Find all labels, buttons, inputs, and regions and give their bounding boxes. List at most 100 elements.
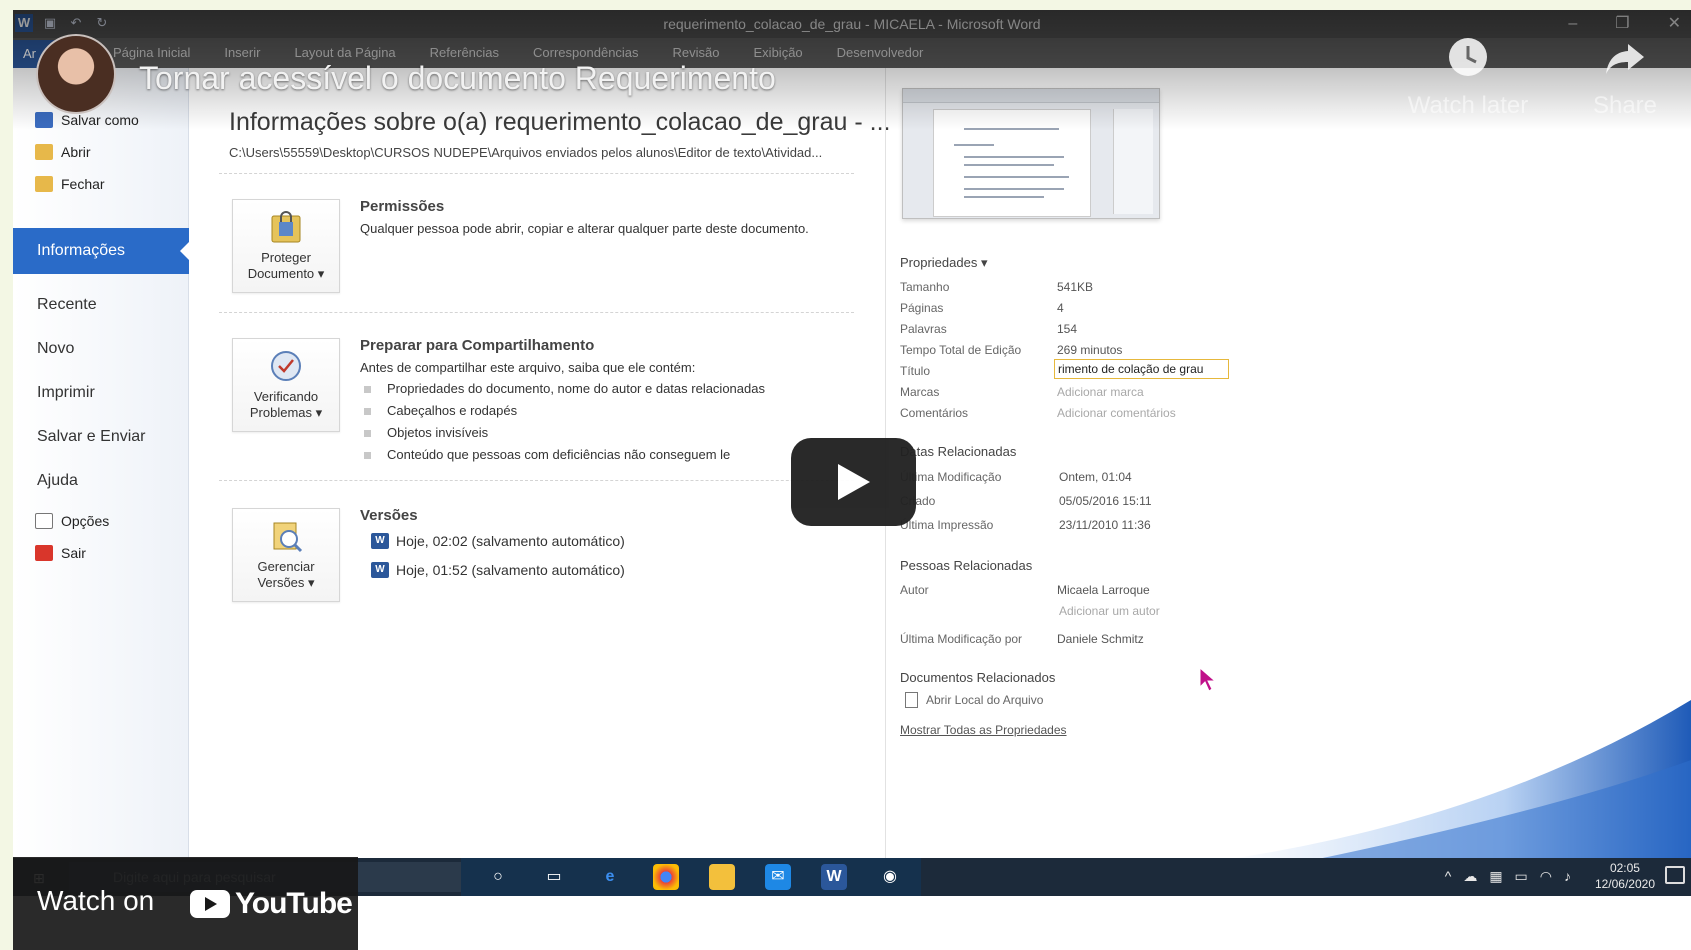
minimize-button[interactable]: – xyxy=(1568,10,1577,38)
permissions-title: Permissões xyxy=(360,198,445,215)
property-label: Última Impressão xyxy=(900,518,994,532)
button-label: Versões ▾ xyxy=(257,575,315,590)
link-label: Abrir Local do Arquivo xyxy=(926,693,1044,707)
info-pane: Informações sobre o(a) requerimento_cola… xyxy=(189,68,891,858)
list-item: Conteúdo que pessoas com deficiências nã… xyxy=(364,447,730,462)
word-document-icon: W xyxy=(371,562,389,578)
manage-versions-button[interactable]: Gerenciar Versões ▾ xyxy=(232,508,340,602)
sidebar-item-save-as[interactable]: Salvar como xyxy=(35,112,139,128)
options-icon xyxy=(35,513,53,529)
sidebar-item-open[interactable]: Abrir xyxy=(35,144,91,160)
share-arrow-icon xyxy=(1606,44,1644,74)
add-tag-field[interactable]: Adicionar marca xyxy=(1057,385,1144,399)
versions-title: Versões xyxy=(360,507,418,524)
task-view-icon[interactable]: ▭ xyxy=(541,864,567,890)
sidebar-item-recent[interactable]: Recente xyxy=(37,296,97,314)
chevron-up-icon[interactable]: ^ xyxy=(1445,868,1452,885)
chrome-icon[interactable] xyxy=(653,864,679,890)
list-item: Propriedades do documento, nome do autor… xyxy=(364,381,765,396)
protect-document-button[interactable]: Proteger Documento ▾ xyxy=(232,199,340,293)
list-item: Cabeçalhos e rodapés xyxy=(364,403,517,418)
button-label: Verificando xyxy=(253,389,319,404)
add-comments-field[interactable]: Adicionar comentários xyxy=(1057,406,1176,420)
sidebar-item-label: Fechar xyxy=(61,176,105,192)
title-field[interactable]: rimento de colação de grau xyxy=(1054,359,1229,379)
file-explorer-icon[interactable] xyxy=(709,864,735,890)
property-value: 05/05/2016 15:11 xyxy=(1059,494,1152,508)
divider xyxy=(219,480,854,481)
folder-close-icon xyxy=(35,176,53,192)
permissions-text: Qualquer pessoa pode abrir, copiar e alt… xyxy=(360,221,809,236)
check-for-issues-button[interactable]: Verificando Problemas ▾ xyxy=(232,338,340,432)
exit-icon xyxy=(35,545,53,561)
document-icon xyxy=(905,692,918,708)
volume-icon[interactable]: ♪ xyxy=(1564,868,1571,885)
last-modified-by[interactable]: Daniele Schmitz xyxy=(1057,632,1144,646)
document-path: C:\Users\55559\Desktop\CURSOS NUDEPE\Arq… xyxy=(229,145,823,160)
play-button[interactable] xyxy=(791,438,916,526)
sidebar-item-options[interactable]: Opções xyxy=(35,513,109,529)
version-item[interactable]: W Hoje, 01:52 (salvamento automático) xyxy=(371,562,625,578)
decorative-swoosh xyxy=(1223,700,1691,860)
edge-icon[interactable]: e xyxy=(597,864,623,890)
tab-developer[interactable]: Desenvolvedor xyxy=(837,38,924,68)
save-as-icon xyxy=(35,112,53,128)
property-label: Palavras xyxy=(900,322,947,336)
sidebar-item-new[interactable]: Novo xyxy=(37,340,74,358)
dates-heading: Datas Relacionadas xyxy=(900,444,1017,459)
notifications-icon[interactable] xyxy=(1665,866,1685,884)
sidebar-item-info[interactable]: Informações xyxy=(13,228,189,274)
sidebar-item-exit[interactable]: Sair xyxy=(35,545,86,561)
mouse-cursor-icon xyxy=(1199,667,1217,692)
folder-open-icon xyxy=(35,144,53,160)
property-value: 4 xyxy=(1057,301,1064,315)
property-label: Última Modificação por xyxy=(900,632,1023,646)
sidebar-item-label: Sair xyxy=(61,545,86,561)
cloud-icon[interactable]: ☁ xyxy=(1463,868,1477,885)
youtube-logo: YouTube xyxy=(190,887,353,921)
author-name[interactable]: Micaela Larroque xyxy=(1057,583,1150,597)
mail-icon[interactable]: ✉ xyxy=(765,864,791,890)
sidebar-item-save-send[interactable]: Salvar e Enviar xyxy=(37,428,146,446)
document-preview-thumbnail[interactable] xyxy=(902,88,1160,219)
system-tray: ^ ☁ ▦ ▭ ◠ ♪ xyxy=(1445,868,1571,885)
word-taskbar-icon[interactable]: W xyxy=(821,864,847,890)
battery-icon[interactable]: ▭ xyxy=(1515,868,1528,885)
add-author-field[interactable]: Adicionar um autor xyxy=(1059,604,1160,618)
property-label: Comentários xyxy=(900,406,969,420)
watch-later-button[interactable]: Watch later xyxy=(1393,36,1543,120)
word-document-icon: W xyxy=(371,533,389,549)
version-label: Hoje, 01:52 (salvamento automático) xyxy=(396,562,625,578)
obs-icon[interactable]: ◉ xyxy=(877,864,903,890)
sidebar-item-print[interactable]: Imprimir xyxy=(37,384,95,402)
youtube-play-icon xyxy=(190,890,230,918)
network-icon[interactable]: ▦ xyxy=(1489,868,1502,885)
cortana-icon[interactable]: ○ xyxy=(485,864,511,890)
page-title: Informações sobre o(a) requerimento_cola… xyxy=(229,108,891,136)
watch-on-youtube-button[interactable]: Watch on YouTube xyxy=(13,857,358,950)
button-label: Proteger xyxy=(261,250,311,265)
sidebar-item-close[interactable]: Fechar xyxy=(35,176,105,192)
video-title[interactable]: Tornar acessível o documento Requeriment… xyxy=(139,60,776,97)
divider xyxy=(219,312,854,313)
taskbar-clock[interactable]: 02:05 12/06/2020 xyxy=(1595,860,1655,892)
watch-on-label: Watch on xyxy=(37,885,155,916)
properties-dropdown[interactable]: Propriedades ▾ xyxy=(900,255,987,271)
watch-later-label: Watch later xyxy=(1407,92,1529,119)
close-button[interactable]: ✕ xyxy=(1668,10,1681,38)
manage-versions-icon xyxy=(273,522,303,553)
restore-button[interactable]: ❐ xyxy=(1615,10,1629,38)
title-bar: W ▣ ↶ ↻ requerimento_colacao_de_grau - M… xyxy=(13,10,1691,38)
open-file-location-link[interactable]: Abrir Local do Arquivo xyxy=(905,692,1043,708)
version-item[interactable]: W Hoje, 02:02 (salvamento automático) xyxy=(371,533,625,549)
share-button[interactable]: Share xyxy=(1550,36,1691,120)
sidebar-item-help[interactable]: Ajuda xyxy=(37,472,78,490)
taskbar-apps: ○ ▭ e ✉ W ◉ xyxy=(461,858,921,896)
wifi-icon[interactable]: ◠ xyxy=(1540,868,1552,885)
youtube-wordmark: YouTube xyxy=(235,887,353,920)
sidebar-item-label: Opções xyxy=(61,513,110,529)
property-label: Tamanho xyxy=(900,280,950,294)
clock-icon xyxy=(1449,38,1487,76)
show-all-properties-link[interactable]: Mostrar Todas as Propriedades xyxy=(900,723,1067,737)
channel-avatar[interactable] xyxy=(36,34,116,114)
